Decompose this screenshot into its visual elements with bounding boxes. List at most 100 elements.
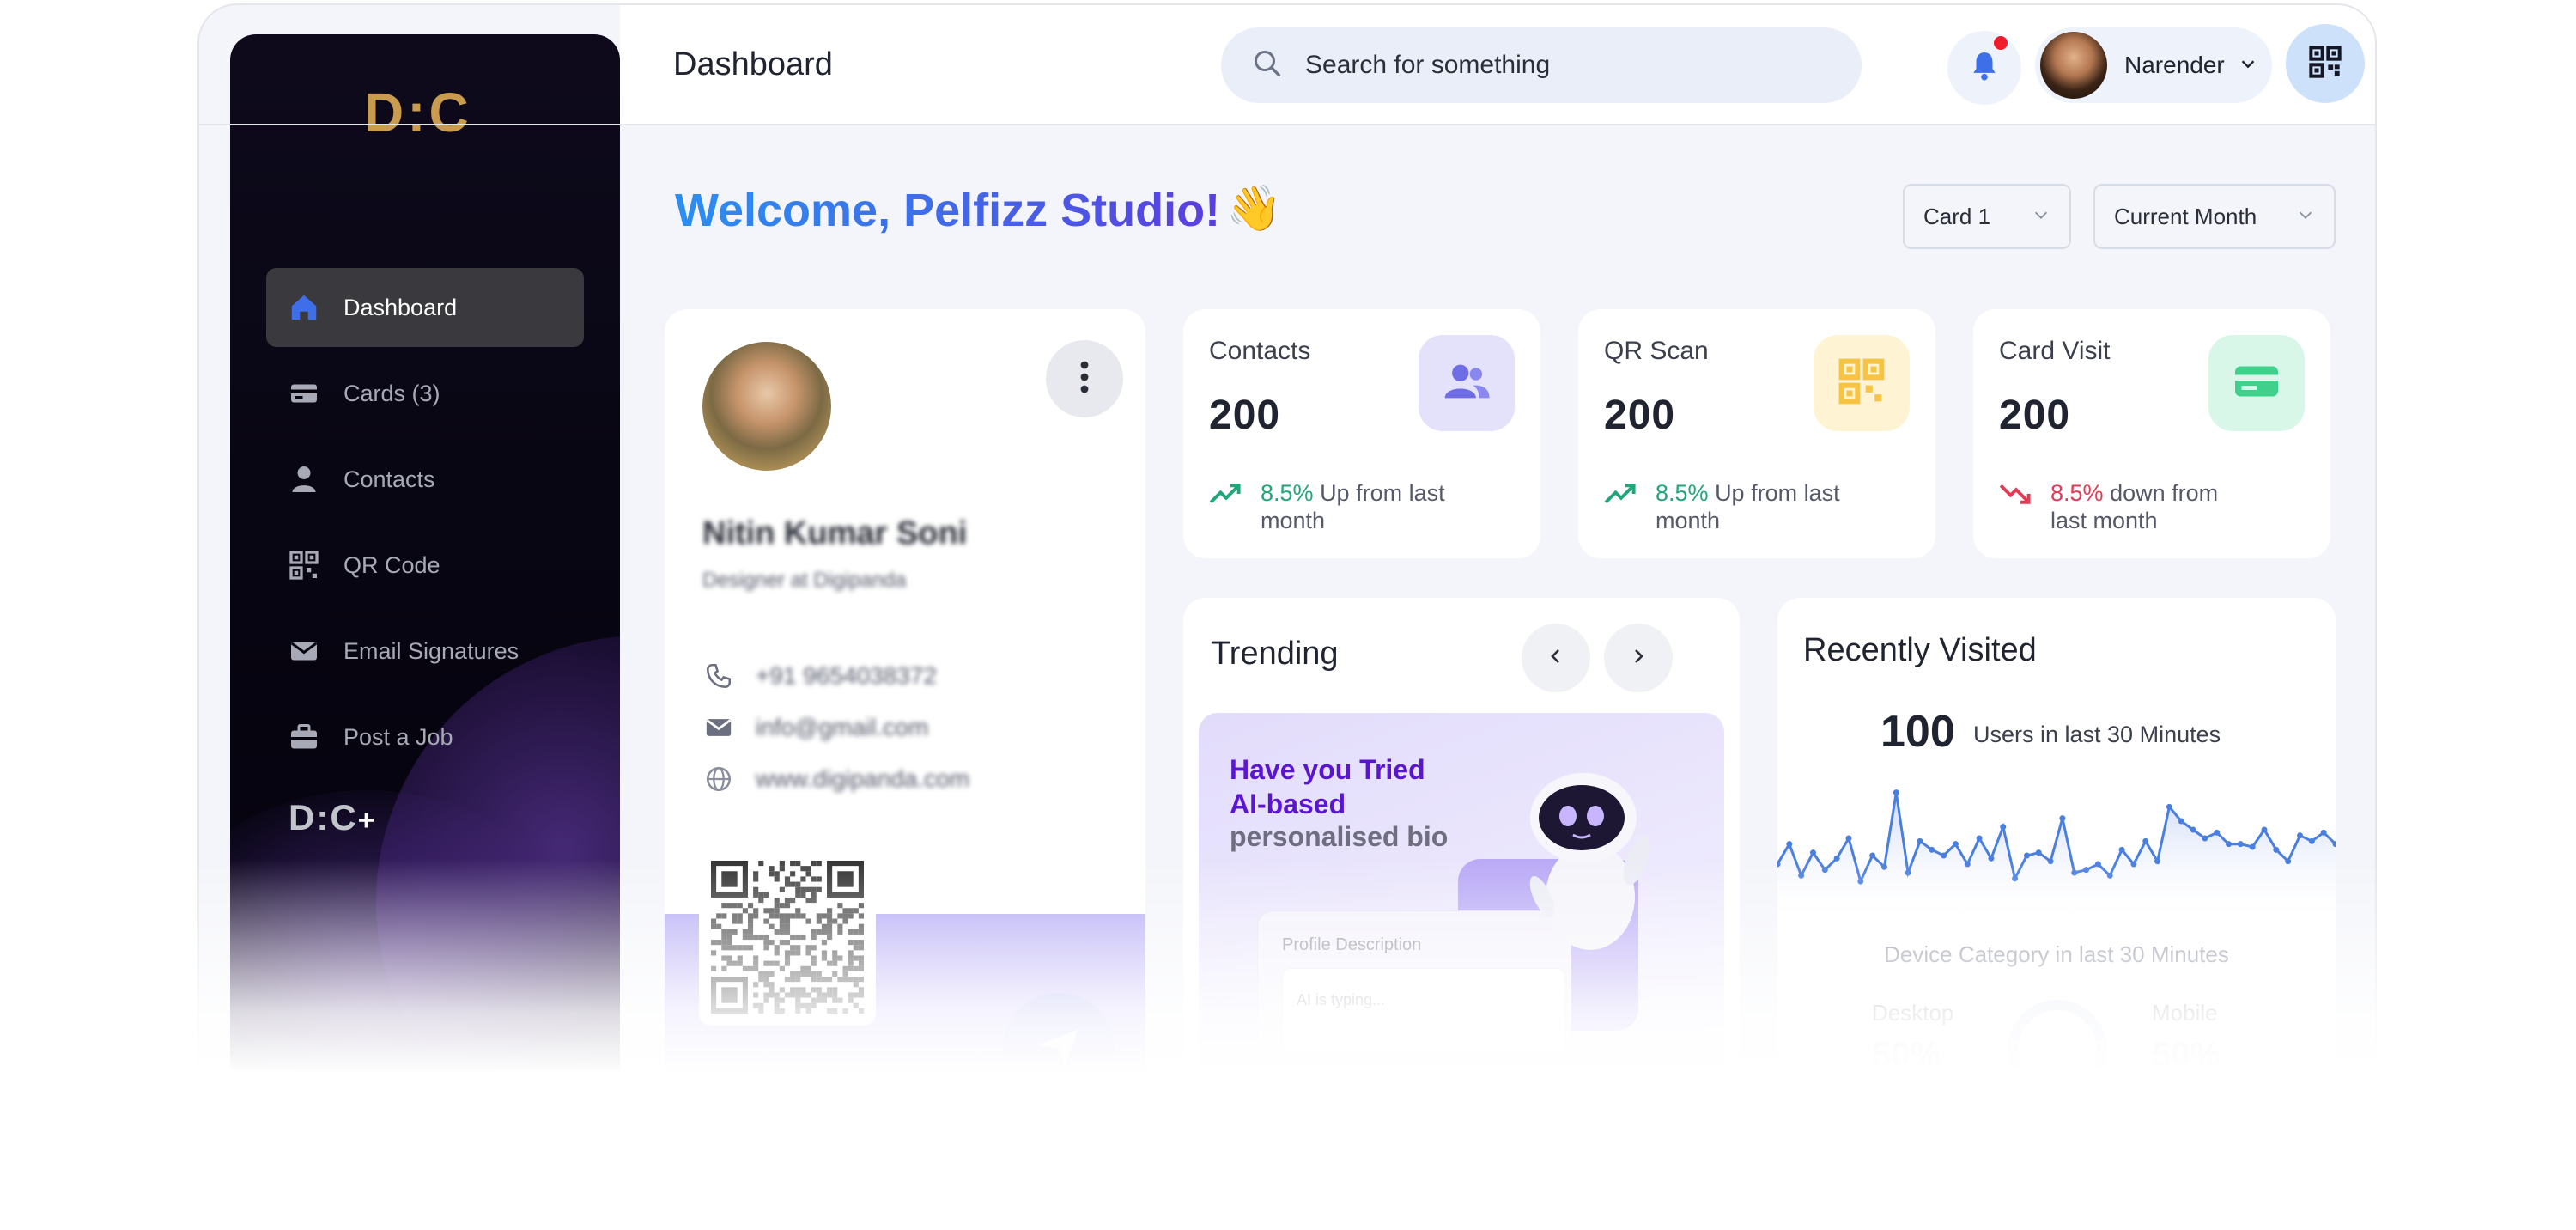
qr-module [800,987,806,993]
sidebar-item-email-signatures[interactable]: Email Signatures [266,612,584,691]
qr-module [779,861,785,867]
period-select[interactable]: Current Month [2093,184,2336,249]
sparkline-point [2071,869,2078,876]
qr-module [821,997,828,1003]
qr-module [726,934,732,941]
search-input[interactable] [1305,51,1786,80]
sparkline-point [1857,878,1864,885]
qr-module [811,955,817,961]
qr-module [795,892,801,898]
sparkline-area [1777,792,2336,924]
qr-module [784,950,791,956]
qr-module [805,1002,811,1008]
qr-module [811,945,817,951]
user-menu[interactable]: Narender [2035,27,2272,103]
qr-module [805,950,811,956]
recently-visited-card: Recently Visited 100 Users in last 30 Mi… [1777,598,2336,1196]
qr-module [758,897,764,904]
qr-module [758,1002,764,1008]
sidebar-item-dashboard[interactable]: Dashboard [266,268,584,347]
chevron-down-icon [2032,204,2050,230]
qr-module [753,960,759,966]
qr-module [842,1008,848,1014]
qr-module [769,971,775,977]
qr-module [769,866,775,872]
qr-module [848,913,854,919]
qr-module [753,955,759,961]
sparkline-point [2226,841,2233,848]
profile-qr-code[interactable] [699,849,876,1026]
qr-module [774,913,780,919]
sidebar-item-contacts[interactable]: Contacts [266,440,584,519]
qr-module [784,913,791,919]
recent-count-label: Users in last 30 Minutes [1973,722,2221,747]
sidebar-item-cards[interactable]: Cards (3) [266,354,584,433]
sidebar-item-post-a-job[interactable]: Post a Job [266,697,584,776]
promo-headline: Have you Tried AI-based [1230,752,1425,821]
chevron-right-icon [1628,646,1649,671]
card-select[interactable]: Card 1 [1903,184,2071,249]
qr-module [790,913,796,919]
qr-module [848,955,854,961]
qr-module [753,908,759,914]
qr-code-button[interactable] [2286,24,2365,103]
sidebar-item-label: Post a Job [343,723,453,750]
qr-module [853,940,859,946]
qr-module [721,945,727,951]
sidebar-item-label: Cards (3) [343,380,440,406]
qr-module [779,965,785,971]
qr-module [737,955,743,961]
search-bar[interactable] [1221,27,1862,103]
qr-module [774,945,780,951]
notifications-button[interactable] [1947,31,2021,105]
qr-module [747,929,754,935]
trending-prev-button[interactable] [1522,624,1590,692]
sparkline-point [2094,861,2101,868]
qr-module [816,913,822,919]
sidebar-item-label: QR Code [343,551,440,578]
qr-module [726,929,732,935]
sparkline-point [2297,832,2304,839]
trending-promo-banner[interactable]: Have you Tried AI-based personalised bio… [1199,713,1724,1194]
qr-module [790,977,796,983]
robot-illustration [1508,768,1662,970]
profile-website: www.digipanda.com [756,765,970,792]
profile-role: Designer at Digipanda [702,569,907,592]
sparkline-point [2059,815,2066,822]
qr-module [732,903,738,909]
trending-next-button[interactable] [1604,624,1673,692]
device-category-title: Device Category in last 30 Minutes [1884,941,2229,967]
qr-module [774,903,780,909]
qr-module [811,876,817,882]
qr-module [853,945,859,951]
qr-module [742,929,748,935]
qr-module [753,913,759,919]
qr-module [774,908,780,914]
qr-module [753,934,759,941]
qr-module [758,971,764,977]
qr-module [779,903,785,909]
share-button[interactable] [1003,993,1115,1105]
sparkline-point [2166,803,2172,810]
qr-module [790,897,796,904]
qr-module [827,987,833,993]
brand-logo[interactable]: D:C [364,85,484,140]
qr-module [800,876,806,882]
qr-module [816,918,822,924]
qr-module [811,971,817,977]
qr-module [848,960,854,966]
qr-module [784,876,791,882]
stat-icon-box [2208,335,2305,431]
qr-module [827,934,833,941]
qr-module [827,977,833,983]
qr-module [805,866,811,872]
qr-module [732,960,738,966]
qr-module [805,945,811,951]
qr-module [858,945,864,951]
sidebar-item-label: Contacts [343,466,435,492]
qr-module [837,977,843,983]
qr-module [858,960,864,966]
sidebar-item-qr-code[interactable]: QR Code [266,526,584,605]
qr-module [790,971,796,977]
more-options-button[interactable] [1046,340,1123,417]
